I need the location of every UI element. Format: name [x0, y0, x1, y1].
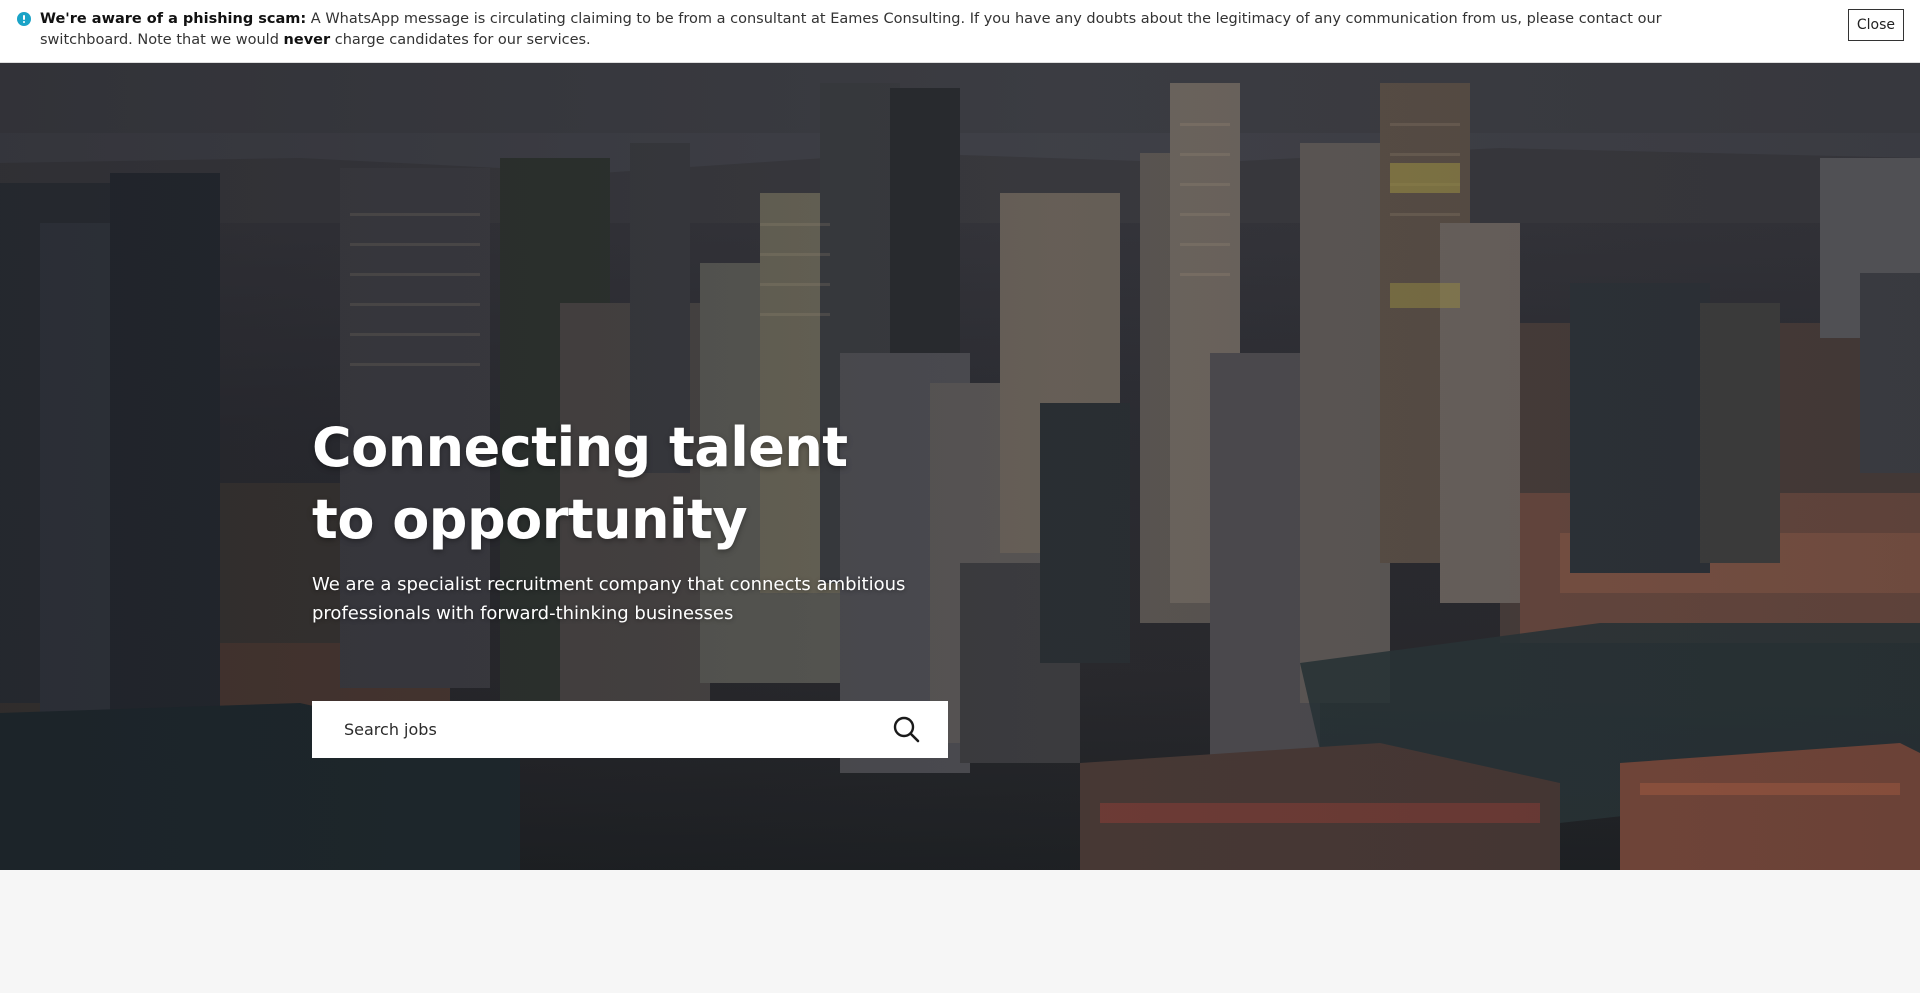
search-icon	[893, 716, 920, 743]
hero-title-line-1: Connecting talent	[312, 416, 848, 479]
hero-title-line-2: to opportunity	[312, 488, 748, 551]
alert-body-2: charge candidates for our services.	[330, 32, 591, 48]
hero-section: Connecting talent to opportunity We are …	[0, 63, 1920, 870]
hero-subtitle: We are a specialist recruitment company …	[312, 574, 906, 624]
phishing-alert-banner: We're aware of a phishing scam: A WhatsA…	[0, 0, 1920, 63]
search-button[interactable]	[890, 713, 924, 747]
search-jobs-input[interactable]	[312, 701, 872, 758]
close-alert-button[interactable]: Close	[1847, 9, 1904, 41]
alert-emphasis: never	[283, 32, 331, 48]
job-search-bar	[312, 701, 948, 758]
alert-lead: We're aware of a phishing scam:	[40, 11, 307, 27]
hero-title: Connecting talent to opportunity	[312, 412, 1012, 556]
page-content-area	[0, 870, 1920, 993]
info-icon	[17, 12, 31, 26]
alert-message: We're aware of a phishing scam: A WhatsA…	[40, 9, 1700, 51]
